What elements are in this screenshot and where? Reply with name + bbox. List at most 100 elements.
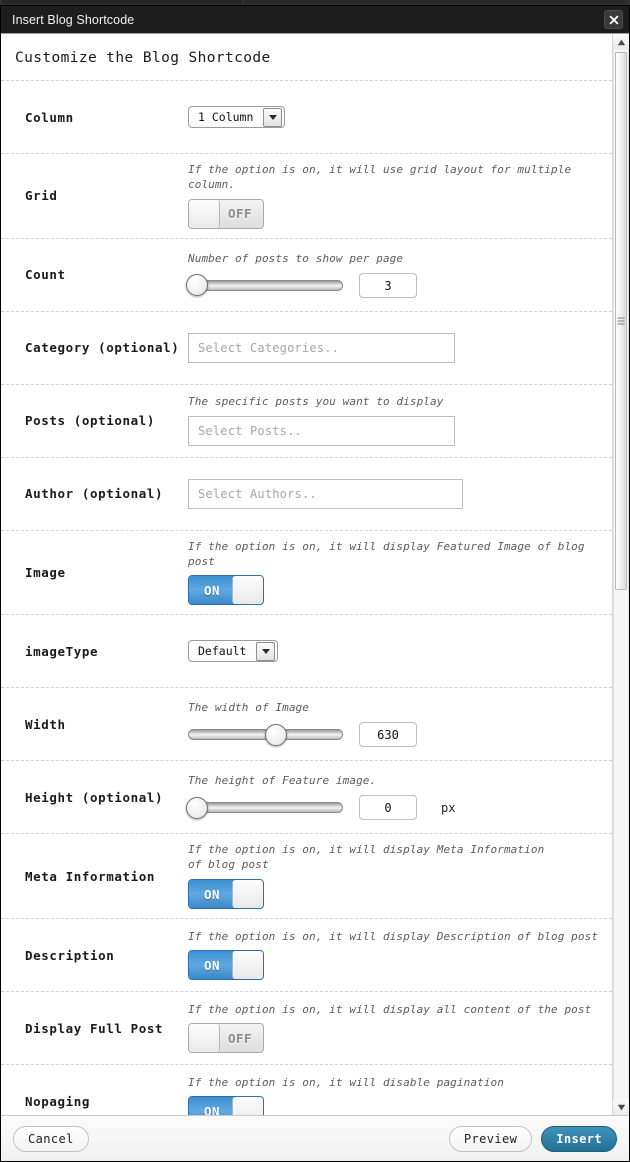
scrollbar-grip-icon (618, 318, 625, 325)
field-height: The height of Feature image. 0 px (188, 765, 600, 829)
field-posts: The specific posts you want to display S… (188, 386, 600, 455)
field-display-full-post: If the option is on, it will display all… (188, 994, 600, 1063)
row-image: Image If the option is on, it will displ… (1, 530, 612, 615)
row-meta-information: Meta Information If the option is on, it… (1, 833, 612, 918)
meta-information-toggle-knob (232, 880, 263, 908)
row-width: Width The width of Image 630 (1, 687, 612, 760)
field-image: If the option is on, it will display Fea… (188, 531, 600, 615)
imagetype-select[interactable]: Default (188, 640, 278, 662)
background-right-band (244, 0, 626, 4)
cancel-button[interactable]: Cancel (13, 1126, 89, 1152)
chevron-down-icon (263, 108, 282, 127)
field-meta-information: If the option is on, it will display Met… (188, 834, 600, 918)
row-column: Column 1 Column (1, 80, 612, 153)
field-width: The width of Image 630 (188, 692, 600, 756)
label-image: Image (13, 565, 188, 580)
vertical-scrollbar[interactable] (612, 34, 629, 1115)
insert-button[interactable]: Insert (541, 1126, 617, 1152)
imagetype-select-value: Default (198, 644, 256, 658)
desc-height: The height of Feature image. (188, 774, 600, 789)
meta-information-toggle-label: ON (189, 880, 235, 908)
height-value-input[interactable]: 0 (359, 795, 417, 820)
desc-posts: The specific posts you want to display (188, 395, 600, 410)
height-unit-label: px (441, 801, 455, 815)
width-slider-knob[interactable] (265, 724, 287, 746)
chevron-down-icon (256, 642, 275, 661)
field-nopaging: If the option is on, it will disable pag… (188, 1067, 600, 1115)
nopaging-toggle-label: ON (189, 1097, 235, 1115)
row-posts: Posts (optional) The specific posts you … (1, 384, 612, 457)
row-height: Height (optional) The height of Feature … (1, 760, 612, 833)
image-toggle[interactable]: ON (188, 575, 264, 605)
scroll-up-arrow-icon[interactable] (613, 34, 629, 50)
desc-width: The width of Image (188, 701, 600, 716)
width-value-input[interactable]: 630 (359, 722, 417, 747)
label-posts: Posts (optional) (13, 413, 188, 428)
author-input[interactable]: Select Authors.. (188, 479, 463, 509)
label-column: Column (13, 110, 188, 125)
image-toggle-label: ON (189, 576, 235, 604)
field-count: Number of posts to show per page 3 (188, 243, 600, 307)
dialog-titlebar: Insert Blog Shortcode (1, 6, 629, 33)
dialog-footer: Cancel Preview Insert (1, 1115, 629, 1161)
height-slider[interactable] (188, 802, 343, 813)
nopaging-toggle-knob (232, 1097, 263, 1115)
desc-grid: If the option is on, it will use grid la… (188, 163, 600, 193)
label-grid: Grid (13, 188, 188, 203)
label-description: Description (13, 948, 188, 963)
background-left-band (2, 0, 242, 4)
dialog-title: Insert Blog Shortcode (12, 13, 134, 27)
footer-actions: Preview Insert (449, 1126, 617, 1152)
row-description: Description If the option is on, it will… (1, 918, 612, 991)
meta-information-toggle[interactable]: ON (188, 879, 264, 909)
grid-toggle-knob (189, 200, 220, 228)
label-height: Height (optional) (13, 790, 188, 805)
width-slider[interactable] (188, 729, 343, 740)
posts-input[interactable]: Select Posts.. (188, 416, 455, 446)
desc-meta-information: If the option is on, it will display Met… (188, 843, 558, 873)
row-display-full-post: Display Full Post If the option is on, i… (1, 991, 612, 1064)
label-count: Count (13, 267, 188, 282)
preview-button[interactable]: Preview (449, 1126, 532, 1152)
scrollbar-track[interactable] (613, 50, 629, 1099)
dialog-body: Customize the Blog Shortcode Column 1 Co… (1, 33, 629, 1115)
desc-display-full-post: If the option is on, it will display all… (188, 1003, 600, 1018)
settings-scroll-area: Customize the Blog Shortcode Column 1 Co… (1, 34, 612, 1115)
grid-toggle[interactable]: OFF (188, 199, 264, 229)
field-imagetype: Default (188, 631, 600, 671)
grid-toggle-label: OFF (217, 200, 263, 228)
row-grid: Grid If the option is on, it will use gr… (1, 153, 612, 238)
scrollbar-thumb[interactable] (615, 52, 627, 590)
row-author: Author (optional) Select Authors.. (1, 457, 612, 530)
field-grid: If the option is on, it will use grid la… (188, 154, 600, 238)
row-count: Count Number of posts to show per page 3 (1, 238, 612, 311)
label-imagetype: imageType (13, 644, 188, 659)
field-column: 1 Column (188, 97, 600, 137)
label-category: Category (optional) (13, 340, 188, 355)
insert-blog-shortcode-dialog: Insert Blog Shortcode Customize the Blog… (0, 5, 630, 1162)
desc-description: If the option is on, it will display Des… (188, 930, 600, 945)
count-slider[interactable] (188, 280, 343, 291)
field-author: Select Authors.. (188, 470, 600, 518)
field-description: If the option is on, it will display Des… (188, 921, 600, 990)
scroll-down-arrow-icon[interactable] (613, 1099, 629, 1115)
field-category: Select Categories.. (188, 324, 600, 372)
column-select[interactable]: 1 Column (188, 106, 285, 128)
close-icon[interactable] (604, 10, 623, 29)
row-imagetype: imageType Default (1, 614, 612, 687)
label-author: Author (optional) (13, 486, 188, 501)
label-display-full-post: Display Full Post (13, 1021, 188, 1036)
nopaging-toggle[interactable]: ON (188, 1096, 264, 1115)
height-slider-knob[interactable] (186, 797, 208, 819)
desc-image: If the option is on, it will display Fea… (188, 540, 600, 570)
image-toggle-knob (232, 576, 263, 604)
display-full-post-toggle-label: OFF (217, 1024, 263, 1052)
page-title: Customize the Blog Shortcode (1, 34, 612, 80)
desc-count: Number of posts to show per page (188, 252, 600, 267)
description-toggle-knob (232, 951, 263, 979)
count-value-input[interactable]: 3 (359, 273, 417, 298)
count-slider-knob[interactable] (186, 274, 208, 296)
display-full-post-toggle[interactable]: OFF (188, 1023, 264, 1053)
description-toggle[interactable]: ON (188, 950, 264, 980)
category-input[interactable]: Select Categories.. (188, 333, 455, 363)
